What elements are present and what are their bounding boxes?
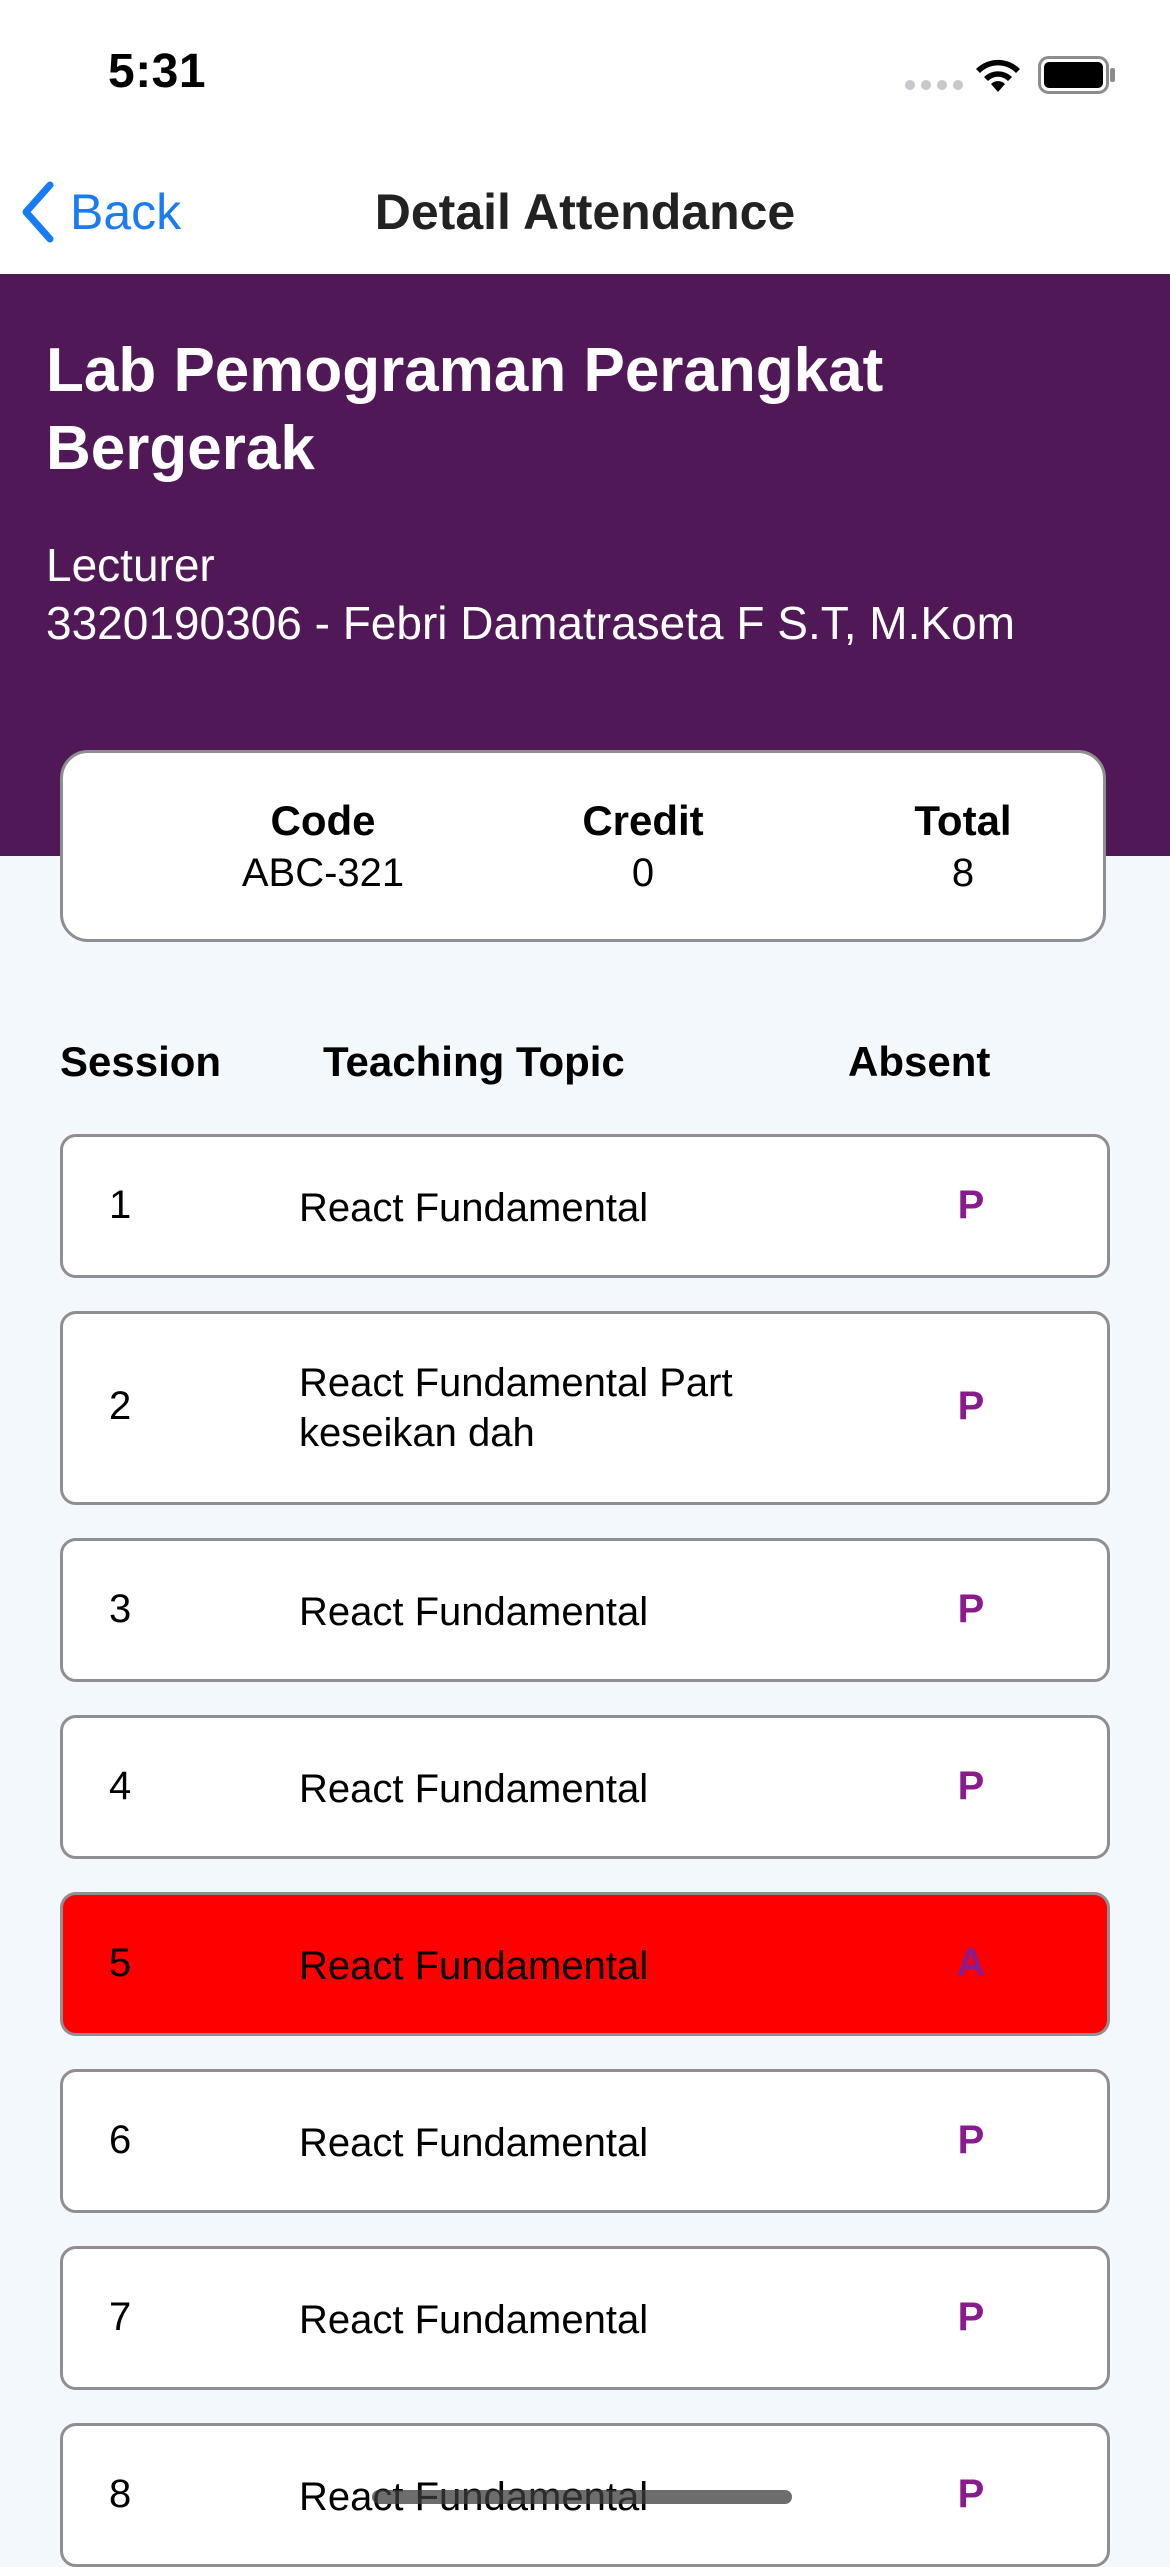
session-number: 4 bbox=[109, 1764, 132, 1808]
teaching-topic: React Fundamental bbox=[299, 2121, 649, 2165]
teaching-topic: React Fundamental bbox=[299, 1590, 649, 1634]
attendance-status: P bbox=[957, 1587, 985, 1631]
cellular-signal-icon bbox=[905, 80, 963, 90]
total-info: Total 8 bbox=[833, 795, 1093, 899]
teaching-topic: React Fundamental bbox=[299, 1186, 649, 1230]
attendance-row[interactable]: 2 React Fundamental Part keseikan dah P bbox=[60, 1311, 1110, 1505]
navigation-bar: Back Detail Attendance bbox=[0, 150, 1170, 274]
status-time: 5:31 bbox=[108, 45, 207, 98]
session-number: 6 bbox=[109, 2118, 132, 2162]
code-value: ABC-321 bbox=[241, 851, 405, 895]
code-label: Code bbox=[270, 797, 376, 844]
credit-info: Credit 0 bbox=[513, 795, 773, 899]
teaching-topic: React Fundamental bbox=[299, 1767, 649, 1811]
code-info: Code ABC-321 bbox=[193, 795, 453, 899]
attendance-row[interactable]: 4 React Fundamental P bbox=[60, 1715, 1110, 1859]
teaching-topic: React Fundamental bbox=[299, 1944, 649, 1988]
wifi-icon bbox=[976, 59, 1020, 92]
attendance-status: P bbox=[957, 2295, 985, 2339]
battery-icon bbox=[1038, 56, 1115, 94]
session-number: 2 bbox=[109, 1384, 132, 1428]
teaching-topic: React Fundamental bbox=[299, 2298, 649, 2342]
course-title: Lab Pemograman Perangkat Bergerak bbox=[46, 336, 884, 483]
attendance-status: P bbox=[957, 2118, 985, 2162]
teaching-topic: React Fundamental Part keseikan dah bbox=[299, 1361, 733, 1455]
attendance-row[interactable]: 1 React Fundamental P bbox=[60, 1134, 1110, 1278]
session-number: 5 bbox=[109, 1941, 132, 1985]
attendance-status: P bbox=[957, 1764, 985, 1808]
attendance-status: A bbox=[956, 1941, 986, 1985]
credit-label: Credit bbox=[582, 797, 704, 844]
lecturer-name: 3320190306 - Febri Damatraseta F S.T, M.… bbox=[46, 597, 1015, 649]
topic-column-header: Teaching Topic bbox=[323, 1038, 625, 1085]
attendance-row[interactable]: 6 React Fundamental P bbox=[60, 2069, 1110, 2213]
course-info-card: Code ABC-321 Credit 0 Total 8 bbox=[60, 750, 1106, 942]
session-number: 1 bbox=[109, 1183, 132, 1227]
lecturer-label: Lecturer bbox=[46, 539, 215, 591]
absent-column-header: Absent bbox=[848, 1038, 991, 1085]
credit-value: 0 bbox=[631, 851, 655, 895]
attendance-row[interactable]: 7 React Fundamental P bbox=[60, 2246, 1110, 2390]
session-number: 7 bbox=[109, 2295, 132, 2339]
session-column-header: Session bbox=[60, 1038, 222, 1085]
home-indicator[interactable] bbox=[372, 2490, 792, 2504]
attendance-row-absent[interactable]: 5 React Fundamental A bbox=[60, 1892, 1110, 2036]
total-label: Total bbox=[914, 797, 1012, 844]
session-number: 8 bbox=[109, 2472, 132, 2516]
page-title: Detail Attendance bbox=[374, 184, 796, 240]
total-value: 8 bbox=[951, 851, 975, 895]
session-number: 3 bbox=[109, 1587, 132, 1631]
attendance-status: P bbox=[957, 1384, 985, 1428]
attendance-status: P bbox=[957, 2472, 985, 2516]
attendance-status: P bbox=[957, 1183, 985, 1227]
status-bar: 5:31 bbox=[0, 0, 1170, 150]
attendance-table-header: Session Teaching Topic Absent bbox=[0, 1030, 1170, 1094]
attendance-row[interactable]: 3 React Fundamental P bbox=[60, 1538, 1110, 1682]
